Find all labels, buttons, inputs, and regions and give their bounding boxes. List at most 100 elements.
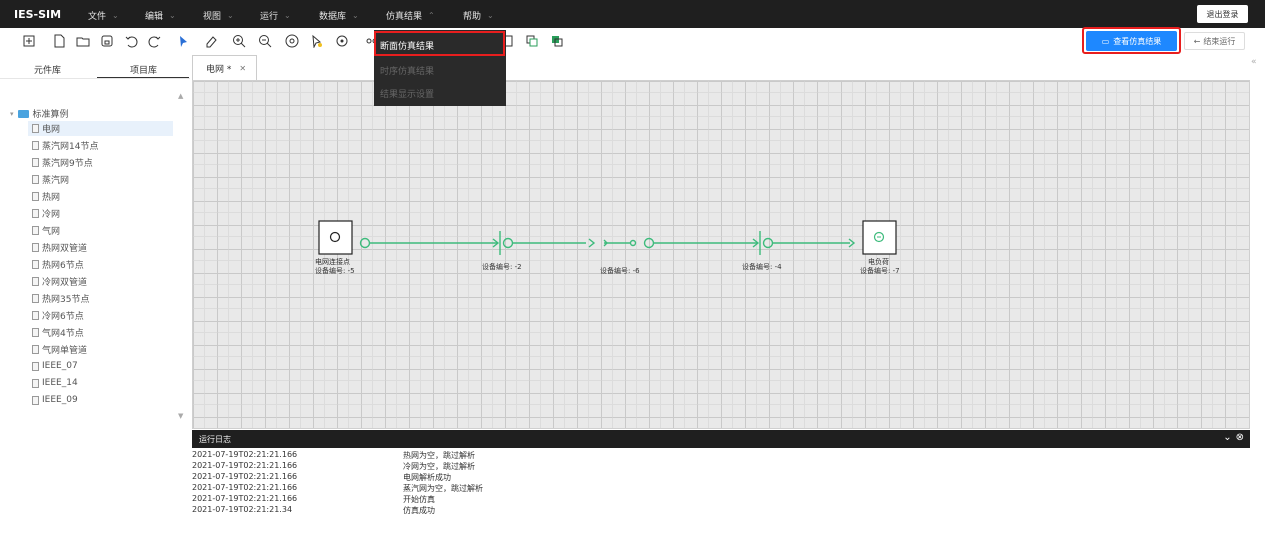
tree-item[interactable]: 热网双管道 [32, 240, 87, 254]
log-timestamp: 2021-07-19T02:21:21.166 [192, 461, 298, 470]
tree-root-label: 标准算例 [32, 110, 69, 120]
eraser-icon[interactable] [204, 34, 218, 48]
log-message: 开始仿真 [403, 495, 435, 504]
tab-grid[interactable]: 电网 * ✕ [192, 55, 257, 80]
chevron-down-icon: ⌄ [227, 11, 234, 20]
file-icon [32, 225, 39, 235]
menu-database[interactable]: 数据库 ⌄ [319, 9, 359, 22]
copy-icon[interactable] [525, 34, 539, 48]
tree-item[interactable]: 热网6节点 [32, 257, 84, 271]
power-line[interactable] [359, 231, 856, 255]
redo-icon[interactable] [148, 34, 162, 48]
close-circle-icon[interactable]: ⊗ [1236, 432, 1244, 443]
app-root: IES-SIM 文件 ⌄ 编辑 ⌄ 视图 ⌄ 运行 ⌄ 数据库 ⌄ 仿真结果 ⌃ 帮助 ⌄ 退… [0, 0, 1265, 547]
log-timestamp: 2021-07-19T02:21:21.166 [192, 483, 298, 492]
load-id-label: 设备编号: -7 [860, 267, 900, 275]
source-name-label: 电网连接点 [315, 258, 350, 266]
source-id-label: 设备编号: -5 [315, 267, 355, 275]
tree-item[interactable]: 蒸汽网14节点 [32, 138, 98, 152]
tree-root[interactable]: ▾ 标准算例 [10, 107, 69, 120]
collapse-panel-icon[interactable]: « [1251, 57, 1257, 67]
log-message: 热网为空，跳过解析 [403, 451, 475, 460]
tree-item[interactable]: 气网4节点 [32, 325, 84, 339]
tree-item[interactable]: 蒸汽网 [32, 172, 69, 186]
grid-connection-node[interactable] [318, 220, 353, 255]
pointer-icon[interactable] [176, 34, 190, 48]
logout-button[interactable]: 退出登录 [1197, 5, 1248, 23]
tree-item[interactable]: 电网 [32, 121, 60, 135]
new-icon[interactable] [22, 34, 36, 48]
menu-file[interactable]: 文件 ⌄ [88, 9, 119, 22]
tree-item[interactable]: 冷网6节点 [32, 308, 84, 322]
active-tab-indicator [97, 77, 189, 78]
open-folder-icon[interactable] [76, 34, 90, 48]
tree-item[interactable]: 热网35节点 [32, 291, 89, 305]
divider [0, 78, 190, 79]
log-controls: ⌄ ⊗ [1223, 432, 1244, 443]
menu-view[interactable]: 视图 ⌄ [203, 9, 234, 22]
menu-sim-results-label: 仿真结果 [386, 12, 423, 22]
chevron-down-icon: ⌄ [169, 11, 176, 20]
tree-item[interactable]: 气网单管道 [32, 342, 87, 356]
tree-item[interactable]: IEEE_09 [32, 393, 78, 407]
file-icon [32, 276, 39, 286]
zoom-fit-icon[interactable] [285, 34, 299, 48]
zoom-out-icon[interactable] [258, 34, 272, 48]
file-icon [32, 259, 39, 269]
editor-tabbar: 电网 * ✕ [192, 55, 1250, 80]
highlight-box [1082, 27, 1181, 54]
tree-item-label: 热网6节点 [42, 260, 84, 271]
load-name-label: 电负荷 [868, 258, 889, 266]
new-file-icon[interactable] [52, 34, 66, 48]
menu-run-label: 运行 [260, 12, 279, 22]
layer-icon[interactable] [550, 34, 564, 48]
chevron-down-icon[interactable]: ⌄ [1223, 432, 1231, 443]
tree-item[interactable]: 热网 [32, 189, 60, 203]
tree-item-label: 蒸汽网9节点 [42, 158, 93, 169]
undo-icon[interactable] [124, 34, 138, 48]
menu-edit[interactable]: 编辑 ⌄ [145, 9, 176, 22]
log-timestamp: 2021-07-19T02:21:21.166 [192, 472, 298, 481]
tree-item[interactable]: 蒸汽网9节点 [32, 155, 93, 169]
save-icon[interactable] [100, 34, 114, 48]
menu-sim-results[interactable]: 仿真结果 ⌃ [386, 9, 435, 22]
zoom-in-icon[interactable] [232, 34, 246, 48]
tab-project-library[interactable]: 项目库 [130, 63, 157, 76]
file-icon [32, 395, 39, 405]
diagram-canvas[interactable]: 电网连接点 设备编号: -5 设备编号: -2 设备编号: -6 设备编号: -… [192, 80, 1250, 429]
tree-item[interactable]: 冷网 [32, 206, 60, 220]
log-timestamp: 2021-07-19T02:21:21.34 [192, 505, 293, 514]
file-icon [32, 208, 39, 218]
log-timestamp: 2021-07-19T02:21:21.166 [192, 450, 298, 459]
tree-item[interactable]: IEEE_14 [32, 376, 78, 390]
menu-item-display-settings: 结果显示设置 [380, 90, 435, 100]
tab-component-library[interactable]: 元件库 [34, 63, 61, 76]
chevron-up-icon: ⌃ [428, 11, 435, 20]
select-icon[interactable] [309, 34, 323, 49]
menu-run[interactable]: 运行 ⌄ [260, 9, 291, 22]
log-message: 电网解析成功 [403, 473, 451, 482]
file-icon [32, 327, 39, 337]
tree-item[interactable]: 冷网双管道 [32, 274, 87, 288]
end-run-button[interactable]: ← 结束运行 [1184, 32, 1245, 50]
tree-item[interactable]: IEEE_07 [32, 359, 78, 373]
file-icon [32, 242, 39, 252]
target-icon[interactable] [335, 34, 349, 48]
close-icon[interactable]: ✕ [239, 64, 246, 73]
caret-down-icon: ▾ [10, 109, 14, 118]
menu-file-label: 文件 [88, 12, 107, 22]
electric-load-node[interactable] [862, 220, 897, 255]
tree-item-label: 蒸汽网 [42, 175, 70, 186]
scroll-up-icon[interactable]: ▲ [178, 92, 183, 100]
log-message: 蒸汽网为空，跳过解析 [403, 484, 483, 493]
log-header: 运行日志 ⌄ ⊗ [192, 430, 1250, 448]
file-icon [32, 123, 39, 133]
menu-help[interactable]: 帮助 ⌄ [463, 9, 494, 22]
tree-item-label: IEEE_09 [42, 395, 78, 405]
tree-item[interactable]: 气网 [32, 223, 60, 237]
menu-edit-label: 编辑 [145, 12, 164, 22]
menu-help-label: 帮助 [463, 12, 482, 22]
scroll-down-icon[interactable]: ▼ [178, 412, 183, 420]
log-title: 运行日志 [199, 435, 231, 444]
file-icon [32, 174, 39, 184]
